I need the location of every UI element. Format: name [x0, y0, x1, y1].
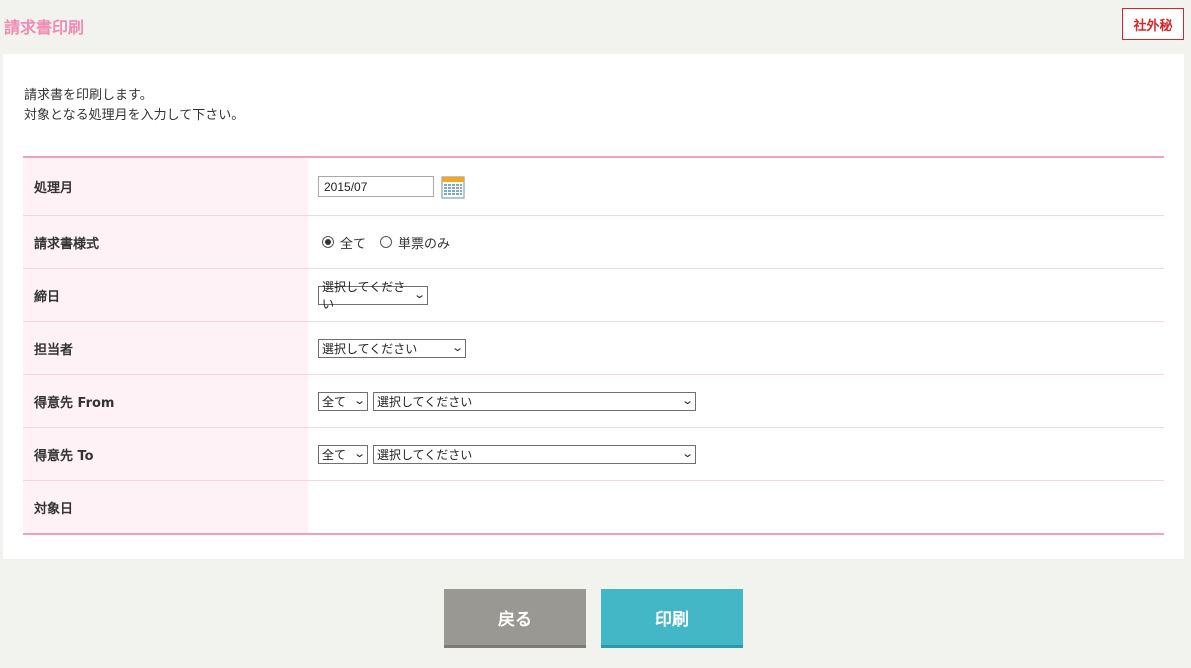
customer-to-scope-value: 全て: [322, 447, 347, 462]
chevron-down-icon: ⌄: [352, 394, 366, 407]
chevron-down-icon: ⌄: [680, 394, 694, 407]
row-staff: 担当者 選択してください ⌄: [23, 322, 1164, 375]
format-label: 請求書様式: [23, 216, 308, 268]
customer-to-scope-select[interactable]: 全て ⌄: [318, 444, 368, 464]
customer-to-select-value: 選択してください: [377, 447, 473, 462]
target-day-label: 対象日: [23, 481, 308, 533]
closing-day-value: 選択してください ⌄: [308, 269, 1164, 321]
row-closing-day: 締日 選択してください ⌄: [23, 269, 1164, 322]
customer-to-value: 全て ⌄ 選択してください ⌄: [308, 428, 1164, 480]
customer-from-scope-value: 全て: [322, 394, 347, 409]
row-customer-to: 得意先 To 全て ⌄ 選択してください ⌄: [23, 428, 1164, 481]
chevron-down-icon: ⌄: [680, 447, 694, 460]
format-value: 全て 単票のみ: [308, 216, 1164, 268]
staff-select[interactable]: 選択してください ⌄: [318, 338, 466, 358]
print-button[interactable]: 印刷: [601, 589, 743, 648]
customer-from-value: 全て ⌄ 選択してください ⌄: [308, 375, 1164, 427]
form-table: 処理月 請求書様: [23, 156, 1164, 535]
chevron-down-icon: ⌄: [412, 288, 426, 301]
month-input[interactable]: [318, 176, 434, 197]
intro-line-2: 対象となる処理月を入力して下さい。: [24, 108, 245, 123]
radio-all-label[interactable]: 全て: [340, 233, 366, 252]
closing-day-select-value: 選択してください: [322, 280, 406, 311]
staff-value: 選択してください ⌄: [308, 322, 1164, 374]
month-label: 処理月: [23, 158, 308, 215]
intro-line-1: 請求書を印刷します。: [24, 88, 153, 103]
page-title: 請求書印刷: [4, 18, 85, 37]
intro-text: 請求書を印刷します。 対象となる処理月を入力して下さい。: [24, 86, 244, 126]
row-target-day: 対象日: [23, 481, 1164, 533]
customer-from-label: 得意先 From: [23, 375, 308, 427]
row-format: 請求書様式 全て 単票のみ: [23, 216, 1164, 269]
confidential-badge: 社外秘: [1122, 8, 1184, 40]
customer-to-label: 得意先 To: [23, 428, 308, 480]
customer-from-select-value: 選択してください: [377, 394, 473, 409]
radio-single-label[interactable]: 単票のみ: [398, 233, 450, 252]
row-month: 処理月: [23, 158, 1164, 216]
calendar-icon[interactable]: [441, 175, 465, 199]
row-customer-from: 得意先 From 全て ⌄ 選択してください ⌄: [23, 375, 1164, 428]
back-button[interactable]: 戻る: [444, 589, 586, 648]
chevron-down-icon: ⌄: [450, 341, 464, 354]
closing-day-select[interactable]: 選択してください ⌄: [318, 280, 428, 311]
customer-from-select[interactable]: 選択してください ⌄: [373, 391, 696, 411]
main-panel: 請求書を印刷します。 対象となる処理月を入力して下さい。 処理月 2015/07…: [3, 54, 1184, 559]
radio-single[interactable]: [380, 236, 393, 248]
customer-from-scope-select[interactable]: 全て ⌄: [318, 391, 368, 411]
month-value: [308, 158, 1164, 215]
staff-label: 担当者: [23, 322, 308, 374]
closing-day-label: 締日: [23, 269, 308, 321]
format-radio-group: 全て 単票のみ: [318, 233, 458, 252]
chevron-down-icon: ⌄: [352, 447, 366, 460]
customer-to-select[interactable]: 選択してください ⌄: [373, 444, 696, 464]
target-day-value: [308, 481, 1164, 533]
radio-all[interactable]: [322, 236, 334, 248]
staff-select-value: 選択してください: [322, 341, 418, 356]
